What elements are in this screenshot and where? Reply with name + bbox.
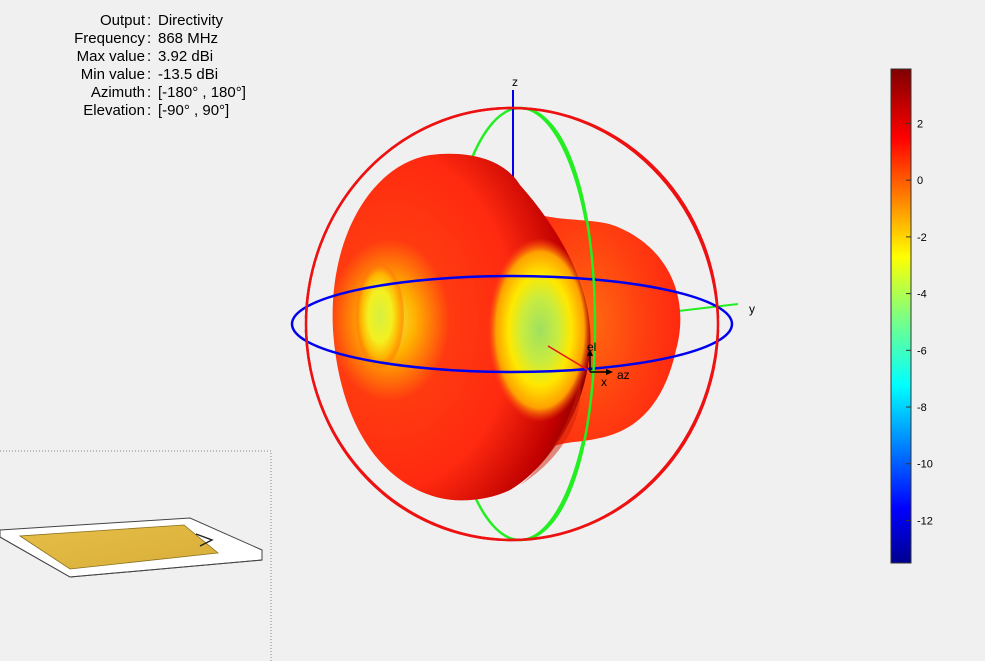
colorbar-tick-label: -6	[917, 345, 927, 357]
colorbar-scale	[890, 68, 912, 564]
el-label: el	[587, 340, 596, 354]
radiation-pattern-plot[interactable]: z y el az x 20-2-4-6-8-10-12	[0, 0, 985, 661]
az-label: az	[617, 368, 630, 382]
antenna-preview	[0, 450, 272, 661]
y-axis	[669, 303, 739, 313]
colorbar-tick-label: -2	[917, 232, 927, 244]
colorbar: 2 0 -2 -4 -6 -8 -10 -12	[890, 68, 933, 564]
colorbar-tick-label: 0	[917, 175, 923, 187]
colorbar-tick-label: -12	[917, 515, 933, 527]
figure-canvas: Output: Directivity Frequency:868 MHz Max v…	[0, 0, 985, 661]
colorbar-tick-label: 2	[917, 118, 923, 130]
colorbar-tick-label: -10	[917, 459, 933, 471]
radiation-pattern-surface	[332, 153, 681, 501]
z-axis-label: z	[512, 75, 518, 89]
colorbar-tick-label: -4	[917, 289, 927, 301]
y-axis-label: y	[749, 302, 755, 316]
colorbar-tick-label: -8	[917, 402, 927, 414]
x-axis-label: x	[601, 375, 607, 389]
